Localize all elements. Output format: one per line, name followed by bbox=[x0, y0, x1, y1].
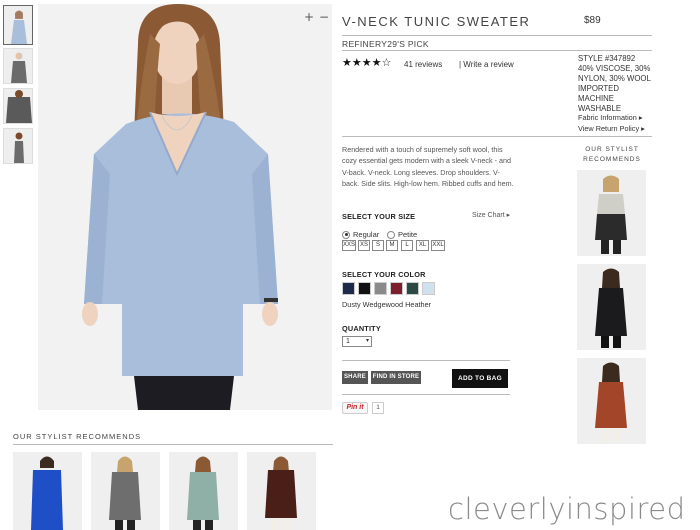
size-label: SELECT YOUR SIZE bbox=[342, 212, 416, 221]
divider bbox=[342, 35, 652, 36]
bottom-recommend-image bbox=[169, 452, 238, 530]
find-in-store-button[interactable]: FIND IN STORE bbox=[371, 371, 421, 384]
spec-fabric-1: 40% VISCOSE, 30% bbox=[578, 64, 651, 73]
side-recommend-image bbox=[577, 264, 646, 350]
bottom-recommend-image bbox=[247, 452, 316, 530]
color-swatch-navy[interactable] bbox=[342, 282, 355, 295]
side-recommend-image bbox=[577, 358, 646, 444]
thumbnail-gray-back-image bbox=[4, 89, 32, 123]
share-button[interactable]: SHARE bbox=[342, 371, 368, 384]
product-title: V-NECK TUNIC SWEATER bbox=[342, 14, 531, 29]
thumbnail-front-image bbox=[4, 6, 32, 44]
side-recommend-item[interactable] bbox=[577, 264, 646, 350]
rating-stars: ★★★★☆ bbox=[342, 56, 392, 69]
divider bbox=[342, 136, 652, 137]
color-swatch-burgundy[interactable] bbox=[390, 282, 403, 295]
watermark-text: cleverlyinspired bbox=[448, 492, 686, 526]
fabric-info-link[interactable]: Fabric Information ▸ bbox=[578, 113, 643, 122]
color-swatch-light-blue[interactable] bbox=[422, 282, 435, 295]
size-option-s[interactable]: S bbox=[372, 240, 384, 251]
side-recommend-item[interactable] bbox=[577, 358, 646, 444]
thumbnail-gray-front-image bbox=[4, 49, 32, 83]
color-swatch-gray[interactable] bbox=[374, 282, 387, 295]
radio-unselected-icon bbox=[387, 230, 395, 239]
divider bbox=[342, 50, 652, 51]
stylist-side-title: OUR STYLIST RECOMMENDS bbox=[578, 145, 646, 165]
model-illustration bbox=[38, 4, 332, 410]
quantity-label: QUANTITY bbox=[342, 324, 381, 333]
bottom-recommend-image bbox=[13, 452, 82, 530]
size-chart-link[interactable]: Size Chart ▸ bbox=[472, 211, 510, 219]
divider bbox=[13, 444, 333, 445]
fit-petite-label: Petite bbox=[398, 230, 418, 240]
divider bbox=[342, 360, 510, 361]
spec-fabric-2: NYLON, 30% WOOL bbox=[578, 74, 651, 83]
selected-color-name: Dusty Wedgewood Heather bbox=[342, 300, 432, 309]
size-option-xs[interactable]: XS bbox=[358, 240, 370, 251]
write-review-link[interactable]: | Write a review bbox=[459, 60, 514, 69]
quantity-select[interactable]: 1 ▾ bbox=[342, 336, 372, 347]
color-swatch-black[interactable] bbox=[358, 282, 371, 295]
stylist-side-title-line1: OUR STYLIST bbox=[585, 146, 639, 153]
thumbnail-front[interactable] bbox=[3, 5, 33, 45]
bottom-recommend-item[interactable] bbox=[169, 452, 238, 530]
return-policy-link[interactable]: View Return Policy ▸ bbox=[578, 124, 645, 133]
size-option-xxl[interactable]: XXL bbox=[431, 240, 445, 251]
size-option-m[interactable]: M bbox=[386, 240, 398, 251]
chevron-down-icon: ▾ bbox=[365, 338, 369, 344]
main-product-image[interactable]: + − bbox=[38, 4, 332, 410]
product-description: Rendered with a touch of supremely soft … bbox=[342, 145, 514, 188]
size-option-xl[interactable]: XL bbox=[416, 240, 429, 251]
spec-style: STYLE #347892 bbox=[578, 54, 636, 63]
editor-pick-badge: REFINERY29'S PICK bbox=[342, 39, 429, 49]
bottom-recommend-item[interactable] bbox=[13, 452, 82, 530]
color-swatch-teal[interactable] bbox=[406, 282, 419, 295]
pin-count: 1 bbox=[372, 402, 384, 414]
add-to-bag-button[interactable]: ADD TO BAG bbox=[452, 369, 508, 388]
zoom-out-button[interactable]: − bbox=[319, 10, 329, 24]
stylist-bottom-title: OUR STYLIST RECOMMENDS bbox=[13, 432, 142, 441]
divider bbox=[342, 394, 510, 395]
product-price: $89 bbox=[584, 15, 601, 26]
reviews-link[interactable]: 41 reviews bbox=[404, 60, 442, 69]
thumbnail-gray-side-image bbox=[4, 129, 32, 163]
fit-regular-label: Regular bbox=[353, 230, 380, 240]
color-label: SELECT YOUR COLOR bbox=[342, 270, 426, 279]
side-recommend-item[interactable] bbox=[577, 170, 646, 256]
bottom-recommend-image bbox=[91, 452, 160, 530]
pin-it-button[interactable]: Pin it bbox=[342, 402, 368, 414]
side-recommend-image bbox=[577, 170, 646, 256]
size-option-xxs[interactable]: XXS bbox=[342, 240, 356, 251]
thumbnail-gray-back[interactable] bbox=[3, 88, 33, 124]
thumbnail-gray-front[interactable] bbox=[3, 48, 33, 84]
thumbnail-gray-side[interactable] bbox=[3, 128, 33, 164]
spec-care-1: MACHINE bbox=[578, 94, 614, 103]
zoom-in-button[interactable]: + bbox=[304, 10, 314, 24]
stylist-side-title-line2: RECOMMENDS bbox=[583, 156, 641, 163]
radio-selected-icon bbox=[342, 230, 350, 239]
size-option-l[interactable]: L bbox=[401, 240, 413, 251]
bottom-recommend-item[interactable] bbox=[91, 452, 160, 530]
spec-origin: IMPORTED bbox=[578, 84, 620, 93]
bottom-recommend-item[interactable] bbox=[247, 452, 316, 530]
quantity-value: 1 bbox=[346, 338, 350, 345]
